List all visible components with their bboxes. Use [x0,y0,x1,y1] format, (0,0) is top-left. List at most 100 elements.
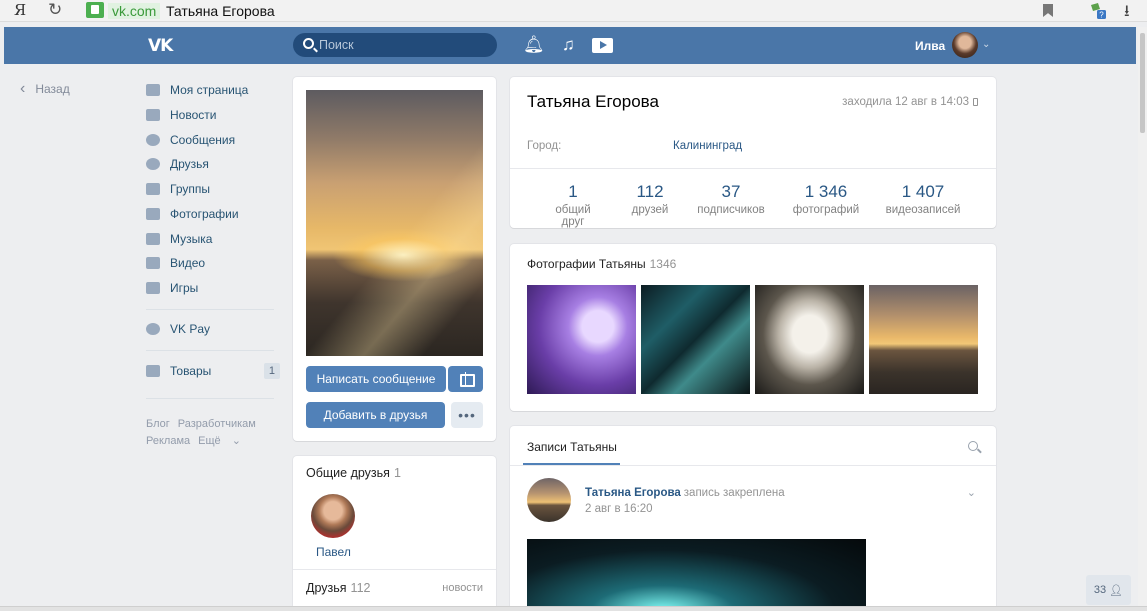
sidebar-item-goods[interactable]: Товары 1 [146,361,280,381]
stat-followers[interactable]: 37 подписчиков [693,182,769,216]
user-avatar[interactable] [952,32,978,58]
footer-link-ads[interactable]: Реклама [146,435,190,447]
post-author-link[interactable]: Татьяна Егорова [585,487,681,499]
friends-count: 112 [350,581,371,595]
chevron-down-icon[interactable]: ⌄ [982,39,990,50]
gift-button[interactable] [448,366,483,392]
stat-videos[interactable]: 1 407 видеозаписей [882,182,964,216]
sidebar-divider [146,398,274,399]
sidebar-divider [146,350,274,351]
friends-icon [146,158,160,170]
browser-logo[interactable]: Я [14,1,26,19]
chat-counter-value: 33 [1093,584,1107,596]
last-seen: заходила 12 авг в 14:03 [842,96,978,108]
back-label: Назад [35,82,70,96]
vkpay-icon [146,323,160,335]
footer-link-blog[interactable]: Блог [146,418,170,430]
city-link[interactable]: Калининград [673,140,742,152]
wall-card: Записи Татьяны Татьяна Егорова запись зак… [510,426,996,611]
sidebar-footer-links: Блог Разработчикам Реклама Ещё ⌄ [146,416,280,450]
sidebar-item-label: VK Pay [170,322,211,336]
top-header: VK Поиск 🔔︎ ♫ Илва ⌄ [4,27,1136,64]
search-icon[interactable] [968,441,978,451]
vk-logo[interactable]: VK [148,36,173,56]
photo-thumbnail[interactable] [527,285,636,394]
sidebar-item-label: Музыка [170,232,213,246]
sidebar-item-music[interactable]: Музыка [146,229,280,249]
download-icon[interactable]: ⭳ [1124,0,1130,27]
profile-photo-card: Написать сообщение Добавить в друзья ••• [293,77,496,441]
profile-photo[interactable] [306,90,483,356]
tab-wall-posts[interactable]: Записи Татьяны [527,440,617,454]
messages-icon [146,134,160,146]
chevron-down-icon[interactable]: ⌄ [967,486,976,499]
groups-icon [146,183,160,195]
svg-text:?: ? [1099,11,1104,20]
post-pinned-label: запись закреплена [683,487,785,499]
footer-link-developers[interactable]: Разработчикам [178,418,256,430]
footer-link-more[interactable]: Ещё ⌄ [198,435,249,447]
sidebar-item-games[interactable]: Игры [146,278,280,298]
music-note-icon[interactable]: ♫ [562,35,575,55]
friends-header[interactable]: Друзья 112 [306,581,370,595]
mutual-friends-header[interactable]: Общие друзья 1 [306,466,401,480]
sidebar-divider [146,309,274,310]
stat-photos[interactable]: 1 346 фотографий [790,182,862,216]
search-placeholder: Поиск [319,38,354,52]
chat-counter-button[interactable]: 33 👤︎ [1086,575,1131,605]
search-input[interactable]: Поиск [293,33,497,57]
address-domain[interactable]: vk.com [108,3,161,19]
stat-friends[interactable]: 112 друзей [625,182,675,216]
sidebar-item-label: Фотографии [170,207,239,221]
reload-icon[interactable]: ↻ [48,0,62,20]
profile-name: Татьяна Егорова [527,92,659,111]
friends-news-link[interactable]: новости [442,582,483,594]
mutual-friends-card: Общие друзья 1 Павел Друзья 112 новости [293,456,496,611]
friend-avatar[interactable] [311,494,355,538]
photos-count: 1346 [649,257,677,271]
user-name[interactable]: Илва [915,39,945,53]
scrollbar-thumb[interactable] [1140,33,1145,133]
sidebar-item-photos[interactable]: Фотографии [146,204,280,224]
post-author-avatar[interactable] [527,478,571,522]
photo-thumbnail[interactable] [869,285,978,394]
gamepad-icon [146,282,160,294]
photo-thumbnail[interactable] [641,285,750,394]
chevron-left-icon: ‹ [20,80,26,97]
sidebar-item-my-page[interactable]: Моя страница [146,80,280,100]
search-icon [303,38,314,49]
sidebar-item-label: Товары [170,364,212,378]
bookmark-icon[interactable] [1043,4,1053,17]
lock-icon[interactable] [86,2,104,18]
sidebar-item-messages[interactable]: Сообщения [146,130,280,150]
video-player-icon[interactable] [592,38,613,53]
home-icon [146,84,160,96]
stat-mutual-friends[interactable]: 1 общий друг [543,182,603,228]
add-friend-button[interactable]: Добавить в друзья [306,402,445,428]
sidebar-item-friends[interactable]: Друзья [146,154,280,174]
video-icon [146,257,160,269]
bell-icon[interactable]: 🔔︎ [523,35,545,55]
send-message-button[interactable]: Написать сообщение [306,366,446,392]
sidebar-item-vkpay[interactable]: VK Pay [146,319,280,339]
sidebar-item-groups[interactable]: Группы [146,179,280,199]
back-link[interactable]: ‹ Назад [20,80,70,98]
address-page-title[interactable]: Татьяна Егорова [166,3,275,19]
post-date[interactable]: 2 авг в 16:20 [585,503,653,515]
sidebar-item-news[interactable]: Новости [146,105,280,125]
scrollbar[interactable] [1138,27,1147,611]
friend-name[interactable]: Павел [316,545,351,559]
extension-icon[interactable]: ? [1088,1,1108,21]
sidebar-item-video[interactable]: Видео [146,253,280,273]
mobile-icon [973,97,978,106]
stat-label: фотографий [792,204,860,216]
photo-thumbnail[interactable] [755,285,864,394]
photos-header[interactable]: Фотографии Татьяны 1346 [527,257,676,271]
divider [510,168,996,169]
post-image[interactable] [527,539,866,611]
photos-title: Фотографии Татьяны [527,257,646,271]
more-actions-button[interactable]: ••• [451,402,483,428]
music-icon [146,233,160,245]
stat-label: видеозаписей [885,204,961,216]
sidebar-item-label: Друзья [170,157,209,171]
